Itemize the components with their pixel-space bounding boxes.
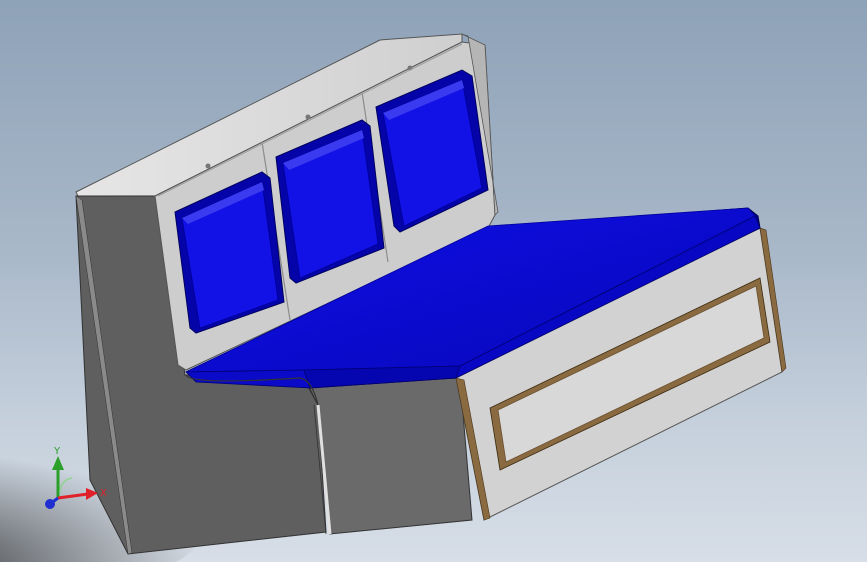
3d-model-view[interactable]: Y X [0,0,867,562]
z-axis-end [45,499,55,509]
y-axis-label: Y [53,446,61,457]
bench-model[interactable] [75,33,787,555]
hinge-1 [205,163,211,169]
graphics-viewport[interactable]: Y X [0,0,867,562]
front-base-panel[interactable] [307,377,473,535]
hinge-2 [305,114,311,120]
x-axis-label: X [100,488,107,499]
